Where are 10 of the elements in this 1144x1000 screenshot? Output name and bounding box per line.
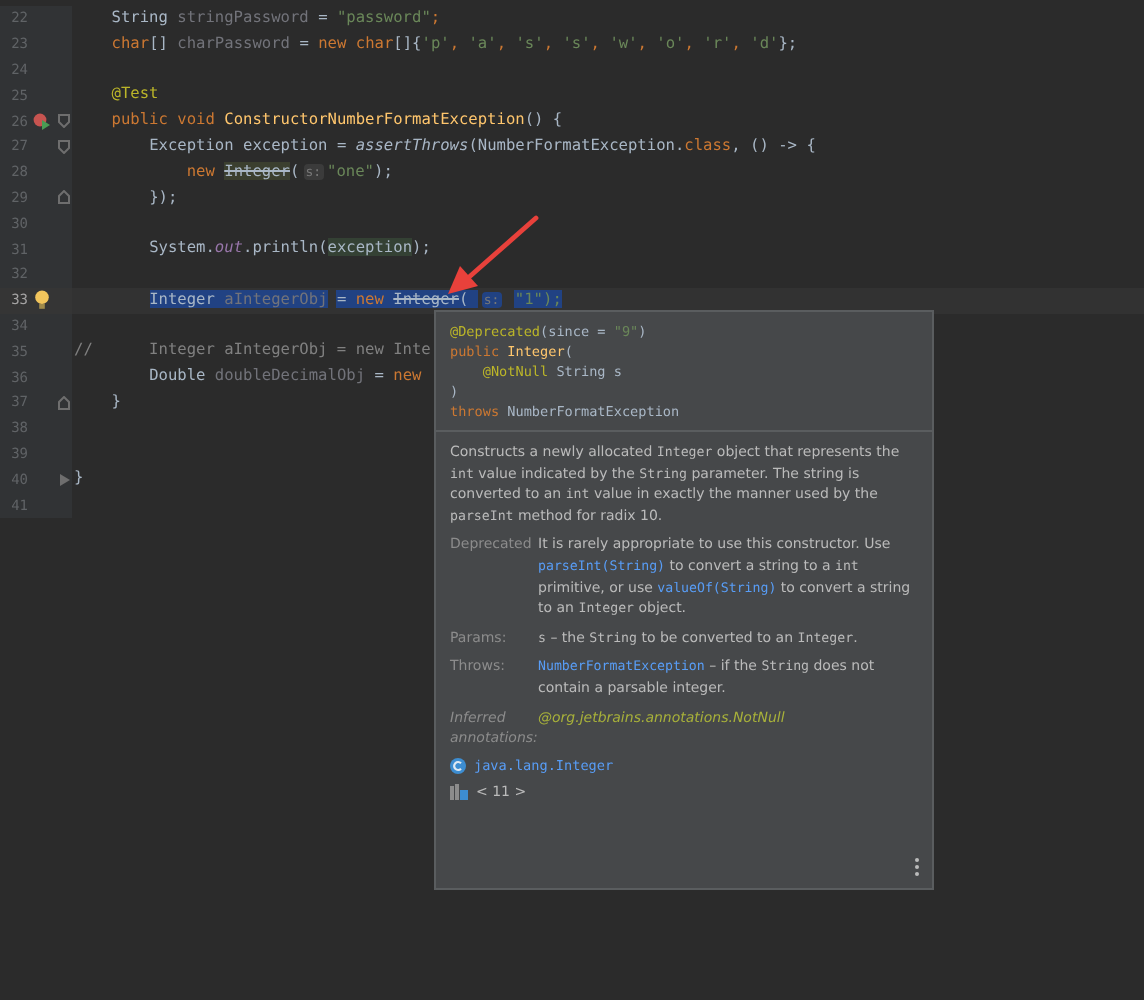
fold-icon[interactable] (58, 139, 70, 154)
lightbulb-icon[interactable] (34, 290, 50, 311)
run-test-icon[interactable] (32, 112, 52, 131)
more-icon[interactable] (914, 858, 920, 876)
expand-icon[interactable] (59, 473, 69, 486)
fold-icon[interactable] (58, 190, 70, 205)
fold-icon[interactable] (58, 395, 70, 410)
library-icon (450, 784, 468, 801)
fold-icon[interactable] (58, 114, 70, 129)
class-icon (450, 757, 466, 774)
